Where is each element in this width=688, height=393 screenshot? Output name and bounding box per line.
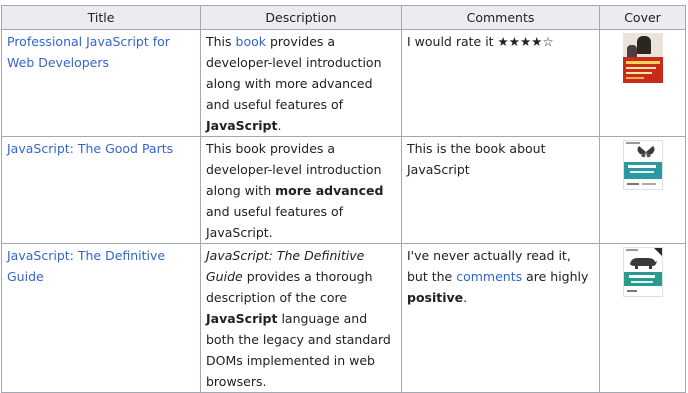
comment-text: This is the book about JavaScript — [407, 141, 546, 177]
description-bold-text: more advanced — [275, 183, 384, 198]
table-row: JavaScript: The Definitive Guide JavaScr… — [1, 243, 686, 393]
comments-link[interactable]: comments — [456, 269, 522, 284]
book-cover-professional-javascript-icon[interactable] — [622, 33, 663, 83]
title-cell: JavaScript: The Good Parts — [1, 136, 201, 244]
comments-cell: This is the book about JavaScript — [401, 136, 600, 244]
star-rating: ★★★★☆ — [497, 34, 554, 49]
book-cover-definitive-guide-icon[interactable] — [622, 247, 663, 297]
title-cell: Professional JavaScript for Web Develope… — [1, 29, 201, 137]
description-text: This — [206, 34, 236, 49]
book-title-link[interactable]: JavaScript: The Definitive Guide — [7, 248, 165, 284]
description-text: . — [277, 118, 282, 133]
table-row: Professional JavaScript for Web Develope… — [1, 29, 686, 137]
table-row: JavaScript: The Good Parts This book pro… — [1, 136, 686, 244]
comment-bold-text: positive — [407, 290, 464, 305]
butterfly-icon — [637, 146, 654, 158]
description-text: and useful features of JavaScript. — [206, 204, 344, 240]
description-bold-text: JavaScript — [206, 311, 278, 326]
cover-cell — [599, 243, 686, 393]
cover-cell — [599, 29, 686, 137]
rhino-icon — [629, 258, 657, 269]
page: Title Description Comments Cover Profess… — [0, 0, 688, 393]
comment-text: are highly — [522, 269, 589, 284]
comments-cell: I've never actually read it, but the com… — [401, 243, 600, 393]
header-title[interactable]: Title — [1, 5, 201, 30]
description-bold-text: JavaScript — [206, 118, 278, 133]
title-cell: JavaScript: The Definitive Guide — [1, 243, 201, 393]
book-title-link[interactable]: Professional JavaScript for Web Develope… — [7, 34, 170, 70]
comment-text: . — [463, 290, 468, 305]
header-description[interactable]: Description — [200, 5, 402, 30]
book-title-link[interactable]: JavaScript: The Good Parts — [7, 141, 173, 156]
description-cell: This book provides a developer-level int… — [200, 136, 402, 244]
cover-cell — [599, 136, 686, 244]
book-cover-good-parts-icon[interactable] — [622, 140, 663, 190]
books-table: Title Description Comments Cover Profess… — [1, 5, 686, 393]
header-cover[interactable]: Cover — [599, 5, 686, 30]
description-cell: JavaScript: The Definitive Guide provide… — [200, 243, 402, 393]
header-comments[interactable]: Comments — [401, 5, 600, 30]
book-link[interactable]: book — [236, 34, 266, 49]
comments-cell: I would rate it ★★★★☆ — [401, 29, 600, 137]
comment-text: I would rate it — [407, 34, 498, 49]
description-cell: This book provides a developer-level int… — [200, 29, 402, 137]
table-header-row: Title Description Comments Cover — [1, 5, 686, 30]
